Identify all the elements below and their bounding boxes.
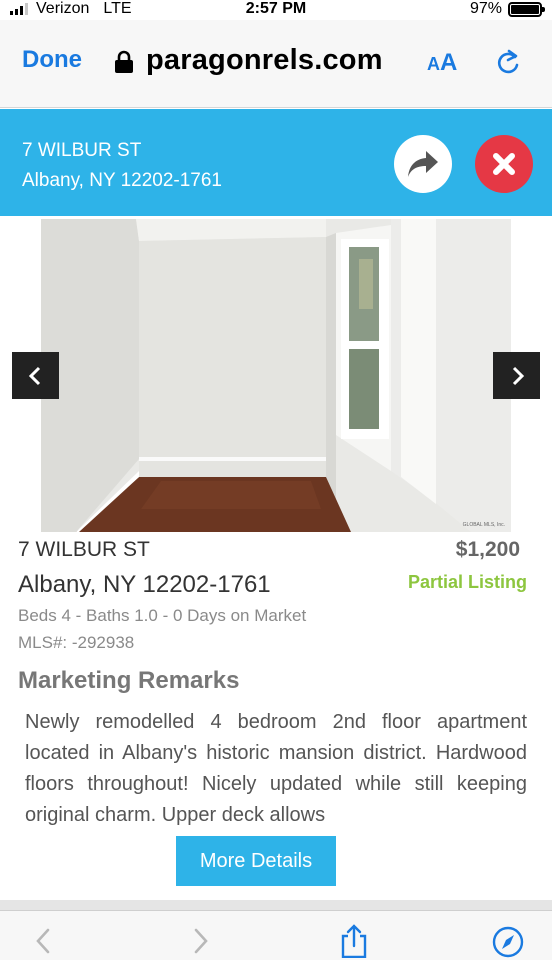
listing-status: Partial Listing: [407, 572, 527, 592]
text-size-large: A: [440, 49, 458, 76]
remarks-text: Newly remodelled 4 bedroom 2nd floor apa…: [25, 711, 527, 826]
listing-city: Albany, NY 12202-1761: [18, 571, 271, 598]
back-icon[interactable]: [28, 924, 60, 958]
battery-percent: 97%: [469, 0, 502, 17]
chevron-right-icon: [512, 366, 524, 385]
text-size-small: A: [427, 54, 440, 74]
done-button[interactable]: Done: [22, 46, 82, 74]
compass-icon[interactable]: [492, 924, 524, 958]
listing-street: 7 WILBUR ST: [18, 538, 150, 561]
listing-price: $1,200: [455, 538, 520, 561]
next-photo-button[interactable]: [493, 352, 540, 399]
header-city: Albany, NY 12202-1761: [22, 170, 223, 191]
browser-bottom-toolbar: [0, 900, 552, 960]
more-details-button[interactable]: More Details: [176, 836, 336, 886]
forward-icon[interactable]: [184, 924, 216, 958]
close-icon: [493, 153, 515, 175]
photo-watermark: GLOBAL MLS, Inc.: [462, 522, 505, 528]
close-button[interactable]: [475, 135, 533, 193]
listing-mls: MLS#: -292938: [18, 633, 135, 652]
lock-icon: [115, 50, 133, 73]
room-photo: [41, 219, 511, 532]
share-arrow-icon: [408, 151, 438, 177]
chevron-left-icon: [28, 366, 40, 385]
listing-meta: Beds 4 - Baths 1.0 - 0 Days on Market: [18, 606, 307, 625]
listing-photo[interactable]: GLOBAL MLS, Inc.: [41, 219, 511, 532]
status-right: 97%: [469, 0, 545, 18]
previous-photo-button[interactable]: [12, 352, 59, 399]
share-icon[interactable]: [338, 924, 370, 958]
remarks-heading: Marketing Remarks: [18, 667, 240, 694]
status-bar: Verizon LTE 2:57 PM 97%: [0, 0, 552, 20]
header-street: 7 WILBUR ST: [22, 140, 142, 161]
text-size-button[interactable]: AA: [427, 49, 457, 77]
share-button[interactable]: [394, 135, 452, 193]
battery-icon: [508, 1, 545, 17]
reload-icon[interactable]: [495, 48, 521, 76]
listing-header: 7 WILBUR ST Albany, NY 12202-1761: [0, 109, 552, 216]
url-field[interactable]: paragonrels.com: [146, 44, 383, 77]
browser-toolbar: Done paragonrels.com AA: [0, 20, 552, 108]
